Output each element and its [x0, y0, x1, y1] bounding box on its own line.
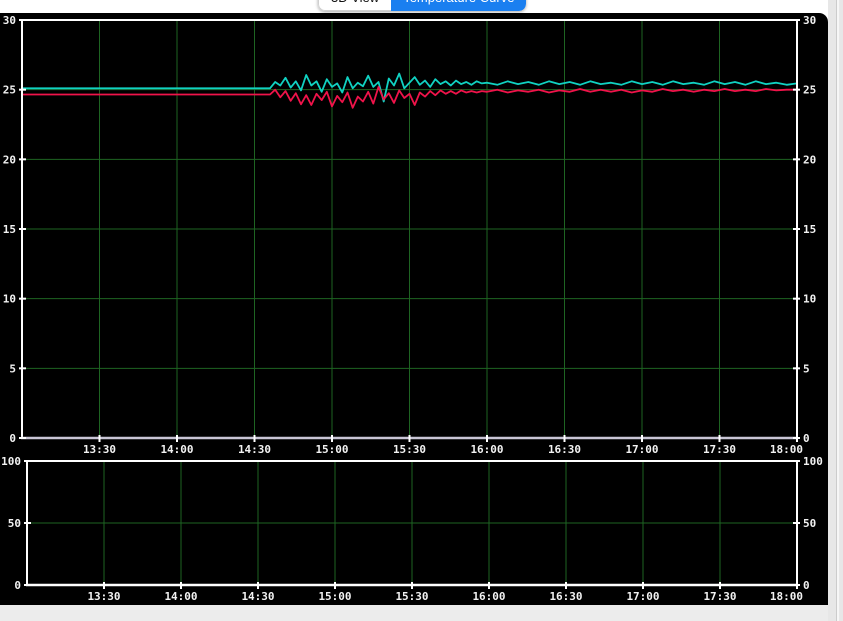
- svg-text:17:00: 17:00: [626, 590, 659, 603]
- svg-text:14:00: 14:00: [164, 590, 197, 603]
- svg-text:100: 100: [1, 455, 21, 468]
- svg-text:13:30: 13:30: [87, 590, 120, 603]
- svg-text:15:00: 15:00: [315, 443, 348, 456]
- svg-text:16:30: 16:30: [548, 443, 581, 456]
- tab-3d-view[interactable]: 3D View: [318, 0, 391, 11]
- svg-text:14:00: 14:00: [160, 443, 193, 456]
- svg-text:5: 5: [9, 362, 16, 375]
- svg-text:16:00: 16:00: [472, 590, 505, 603]
- grid-lines: [27, 461, 797, 585]
- svg-text:16:00: 16:00: [470, 443, 503, 456]
- svg-text:10: 10: [803, 293, 816, 306]
- svg-text:16:30: 16:30: [549, 590, 582, 603]
- svg-text:18:00: 18:00: [770, 443, 803, 456]
- svg-text:50: 50: [803, 517, 816, 530]
- svg-text:15:00: 15:00: [318, 590, 351, 603]
- temperature-curve-chart: 0 0 5 5 10 10 15 15 20 20 25 25 30 30 13:30 14:00 14:30 1…: [3, 14, 817, 456]
- svg-text:18:00: 18:00: [770, 590, 803, 603]
- svg-text:17:30: 17:30: [703, 443, 736, 456]
- svg-text:20: 20: [3, 153, 16, 166]
- svg-text:50: 50: [8, 517, 21, 530]
- svg-text:0: 0: [9, 432, 16, 445]
- svg-text:14:30: 14:30: [238, 443, 271, 456]
- scrollbar-track[interactable]: [836, 0, 839, 621]
- svg-text:25: 25: [3, 84, 16, 97]
- svg-text:17:00: 17:00: [625, 443, 658, 456]
- svg-text:15:30: 15:30: [393, 443, 426, 456]
- svg-text:15: 15: [3, 223, 16, 236]
- svg-text:14:30: 14:30: [241, 590, 274, 603]
- svg-text:30: 30: [803, 14, 816, 27]
- svg-text:25: 25: [803, 84, 816, 97]
- right-scrollbar-area: [828, 0, 843, 621]
- svg-text:15:30: 15:30: [395, 590, 428, 603]
- svg-text:30: 30: [3, 14, 16, 27]
- svg-text:17:30: 17:30: [703, 590, 736, 603]
- tab-temperature-curve[interactable]: Temperature Curve: [391, 0, 526, 11]
- svg-text:0: 0: [14, 579, 21, 592]
- temperature-charts: 0 0 5 5 10 10 15 15 20 20 25 25 30 30 13:30 14:00 14:30 1…: [0, 13, 828, 605]
- svg-text:5: 5: [803, 362, 810, 375]
- secondary-chart: 0 0 50 50 100 100 13:30 14:00 14:30 15:00 15:30 16:…: [1, 455, 823, 603]
- svg-text:100: 100: [803, 455, 823, 468]
- svg-text:20: 20: [803, 153, 816, 166]
- svg-text:10: 10: [3, 293, 16, 306]
- svg-text:0: 0: [803, 432, 810, 445]
- chart-panel: 0 0 5 5 10 10 15 15 20 20 25 25 30 30 13:30 14:00 14:30 1…: [0, 13, 828, 605]
- svg-text:13:30: 13:30: [83, 443, 116, 456]
- view-segmented-control: 3D View Temperature Curve: [318, 0, 526, 11]
- svg-text:0: 0: [803, 579, 810, 592]
- bottom-bar: [0, 605, 828, 621]
- svg-text:15: 15: [803, 223, 816, 236]
